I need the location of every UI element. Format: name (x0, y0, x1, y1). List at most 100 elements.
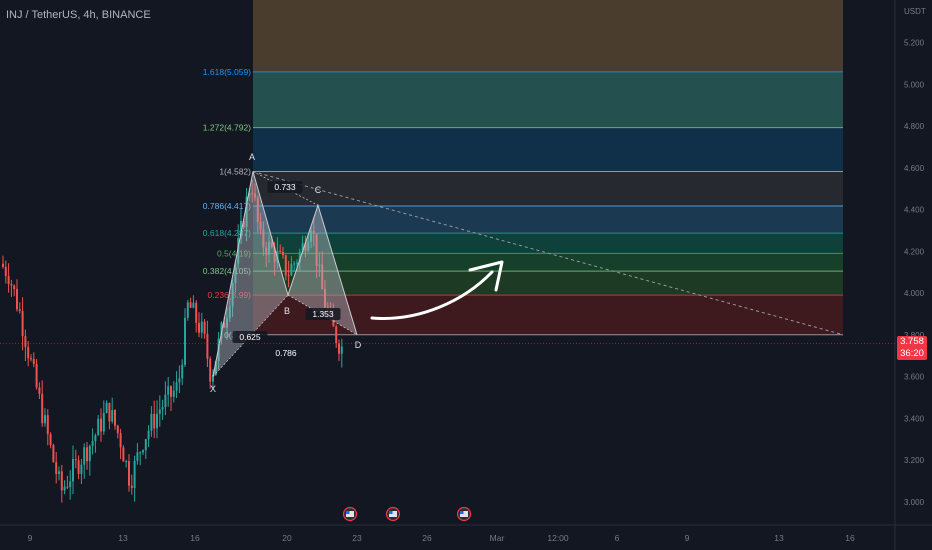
candle-body (184, 317, 186, 365)
candle-body (147, 430, 150, 440)
candle-body (293, 263, 296, 265)
fib-zone (253, 0, 843, 72)
candle-body (88, 445, 91, 462)
event-flag-canton (460, 511, 464, 514)
candle-body (18, 309, 21, 311)
candle-body (153, 413, 156, 429)
price-axis-tick: 4.200 (904, 247, 925, 256)
candle-body (41, 393, 44, 424)
candle-body (102, 412, 105, 432)
time-axis-tick: 6 (615, 533, 620, 543)
candle-body (63, 486, 66, 491)
event-flag-canton (389, 511, 393, 514)
candle-body (186, 302, 189, 318)
time-axis-tick: Mar (490, 533, 505, 543)
candle-body (72, 459, 74, 482)
candle-body (116, 425, 119, 434)
candle-body (66, 486, 69, 488)
bar-countdown: 36:20 (900, 348, 924, 359)
candle-body (97, 418, 100, 436)
price-axis-tick: 3.400 (904, 414, 925, 423)
candle-body (192, 302, 195, 308)
time-axis-tick: 16 (845, 533, 855, 543)
candle-body (27, 347, 30, 359)
candle-body (7, 276, 10, 285)
fib-level-label: 1(4.582) (219, 167, 251, 177)
symbol-title[interactable]: INJ / TetherUS, 4h, BINANCE (6, 9, 151, 21)
candle-body (114, 409, 116, 426)
candle-body (142, 450, 144, 453)
time-axis-tick: 20 (282, 533, 292, 543)
candle-body (178, 378, 181, 383)
candle-body (69, 481, 72, 488)
pattern-ratio-label: 1.353 (312, 309, 334, 319)
candle-body (150, 413, 153, 431)
candle-body (172, 390, 175, 397)
current-price-value: 3.758 (900, 336, 924, 347)
candle-body (46, 415, 49, 435)
candle-body (52, 444, 55, 463)
candle-body (296, 262, 298, 264)
fib-level-label: 1.618(5.059) (203, 67, 251, 77)
price-axis-tick: 5.200 (904, 39, 925, 48)
time-axis-tick: 16 (190, 533, 200, 543)
candle-body (60, 471, 63, 491)
candle-body (164, 394, 167, 408)
candle-body (156, 413, 158, 429)
event-flag-canton (346, 511, 350, 514)
candle-body (203, 321, 206, 334)
candle-body (198, 322, 200, 333)
candle-body (55, 462, 58, 474)
price-axis-tick: 4.600 (904, 164, 925, 173)
candle-body (181, 364, 184, 379)
candle-body (35, 363, 38, 388)
time-axis-tick: 9 (685, 533, 690, 543)
candle-body (2, 263, 4, 267)
candle-body (10, 284, 13, 286)
candle-body (119, 433, 122, 448)
candle-body (340, 346, 343, 354)
candle-body (167, 386, 170, 395)
price-axis-unit: USDT (904, 7, 926, 16)
fib-zone (253, 171, 843, 206)
price-axis-tick: 3.600 (904, 373, 925, 382)
candle-body (44, 415, 46, 424)
time-axis-tick: 26 (422, 533, 432, 543)
candle-body (170, 386, 172, 397)
candle-body (21, 310, 24, 337)
fib-zone (253, 253, 843, 272)
pattern-ratio-label: 0.786 (275, 348, 297, 358)
pattern-point-d: D (355, 340, 362, 350)
candle-body (200, 321, 203, 333)
candle-body (111, 409, 114, 422)
candle-body (287, 275, 290, 277)
candle-body (195, 302, 198, 323)
candle-body (32, 358, 35, 364)
time-axis-tick: 23 (352, 533, 362, 543)
candle-body (122, 447, 125, 462)
pattern-point-x: X (210, 384, 216, 394)
price-axis-tick: 5.000 (904, 80, 925, 89)
price-axis-tick: 4.400 (904, 206, 925, 215)
candle-body (13, 285, 16, 290)
candle-body (209, 358, 212, 382)
candle-body (16, 289, 18, 310)
current-price-badge: 3.758 36:20 (897, 336, 927, 360)
candle-body (38, 387, 41, 394)
candle-body (108, 402, 111, 422)
event-flag-icon[interactable] (342, 506, 358, 522)
pattern-point-a: A (249, 152, 255, 162)
candle-body (161, 407, 164, 410)
event-flag-icon[interactable] (385, 506, 401, 522)
fib-level-label: 0.786(4.417) (203, 201, 251, 211)
pattern-point-b: B (284, 306, 290, 316)
candle-body (144, 439, 147, 451)
price-axis-tick: 3.000 (904, 498, 925, 507)
candle-body (86, 447, 88, 462)
candle-body (125, 461, 128, 463)
event-flag-icon[interactable] (456, 506, 472, 522)
candle-body (30, 358, 32, 360)
pattern-ratio-label: 0.733 (274, 182, 296, 192)
fib-zone (253, 127, 843, 172)
price-chart[interactable]: 1.618(5.059) 1.272(4.792) 1(4.582) 0.786(4.… (0, 0, 932, 550)
